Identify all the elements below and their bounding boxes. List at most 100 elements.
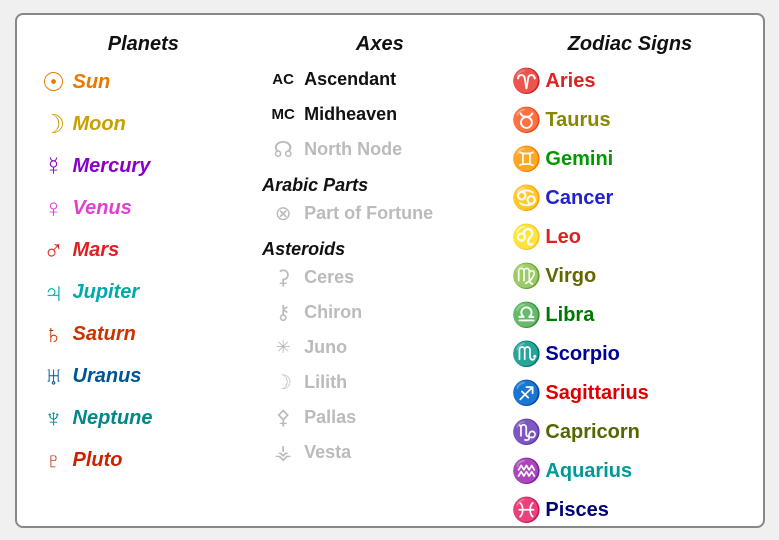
- list-item: ♅ Uranus: [35, 358, 253, 396]
- midheaven-label: Midheaven: [304, 104, 397, 125]
- pisces-label: Pisces: [545, 499, 608, 522]
- zodiac-header: Zodiac Signs: [507, 33, 752, 56]
- ascendant-label: Ascendant: [304, 69, 396, 90]
- venus-symbol: ♀: [35, 193, 73, 224]
- sagittarius-symbol: ♐: [507, 379, 545, 408]
- pisces-symbol: ♓: [507, 496, 545, 525]
- cancer-symbol: ♋: [507, 184, 545, 213]
- list-item: ♈ Aries: [507, 64, 752, 100]
- gemini-label: Gemini: [545, 148, 613, 171]
- cancer-label: Cancer: [545, 187, 613, 210]
- mercury-label: Mercury: [73, 155, 151, 178]
- ceres-label: Ceres: [304, 267, 354, 288]
- saturn-label: Saturn: [73, 323, 136, 346]
- juno-symbol: ✳: [262, 337, 304, 358]
- zodiac-column: Zodiac Signs ♈ Aries ♉ Taurus ♊ Gemini ♋…: [497, 33, 752, 516]
- uranus-label: Uranus: [73, 365, 142, 388]
- list-item: ♆ Neptune: [35, 400, 253, 438]
- jupiter-label: Jupiter: [73, 281, 140, 304]
- planets-column: Planets ☉ Sun ☽ Moon ☿ Mercury ♀ Venus ♂…: [27, 33, 253, 516]
- list-item: ⚳ Ceres: [262, 262, 497, 294]
- aquarius-symbol: ♒: [507, 457, 545, 486]
- lilith-label: Lilith: [304, 372, 347, 393]
- mercury-symbol: ☿: [35, 151, 73, 182]
- list-item: ⊗ Part of Fortune: [262, 198, 497, 230]
- scorpio-symbol: ♏: [507, 340, 545, 369]
- partoffortune-symbol: ⊗: [262, 201, 304, 226]
- list-item: ♊ Gemini: [507, 142, 752, 178]
- list-item: ♎ Libra: [507, 298, 752, 334]
- sun-symbol: ☉: [35, 67, 73, 98]
- list-item: ☽ Moon: [35, 106, 253, 144]
- moon-symbol: ☽: [35, 109, 73, 140]
- sun-label: Sun: [73, 71, 111, 94]
- list-item: ☿ Mercury: [35, 148, 253, 186]
- list-item: MC Midheaven: [262, 99, 497, 131]
- scorpio-label: Scorpio: [545, 343, 619, 366]
- capricorn-label: Capricorn: [545, 421, 639, 444]
- list-item: ♓ Pisces: [507, 493, 752, 529]
- venus-label: Venus: [73, 197, 132, 220]
- chiron-label: Chiron: [304, 302, 362, 323]
- capricorn-symbol: ♑: [507, 418, 545, 447]
- taurus-symbol: ♉: [507, 106, 545, 135]
- list-item: ♌ Leo: [507, 220, 752, 256]
- vesta-symbol: ⚶: [262, 440, 304, 465]
- vesta-label: Vesta: [304, 442, 351, 463]
- ceres-symbol: ⚳: [262, 265, 304, 290]
- northnode-label: North Node: [304, 139, 402, 160]
- list-item: ☽ Lilith: [262, 367, 497, 399]
- list-item: AC Ascendant: [262, 64, 497, 96]
- jupiter-symbol: ♃: [35, 277, 73, 309]
- libra-label: Libra: [545, 304, 594, 327]
- juno-label: Juno: [304, 337, 347, 358]
- mars-symbol: ♂: [35, 235, 73, 267]
- taurus-label: Taurus: [545, 109, 610, 132]
- list-item: ♑ Capricorn: [507, 415, 752, 451]
- list-item: ⚴ Pallas: [262, 402, 497, 434]
- list-item: ⚶ Vesta: [262, 437, 497, 469]
- uranus-symbol: ♅: [35, 361, 73, 392]
- aries-label: Aries: [545, 70, 595, 93]
- aquarius-label: Aquarius: [545, 460, 632, 483]
- neptune-symbol: ♆: [35, 403, 73, 434]
- moon-label: Moon: [73, 113, 126, 136]
- mars-label: Mars: [73, 239, 120, 262]
- gemini-symbol: ♊: [507, 145, 545, 174]
- list-item: ♉ Taurus: [507, 103, 752, 139]
- list-item: ♀ Venus: [35, 190, 253, 228]
- virgo-symbol: ♍: [507, 262, 545, 291]
- axes-header: Axes: [262, 33, 497, 56]
- asteroids-header: Asteroids: [262, 239, 497, 260]
- sagittarius-label: Sagittarius: [545, 382, 648, 405]
- pallas-symbol: ⚴: [262, 405, 304, 430]
- list-item: ♏ Scorpio: [507, 337, 752, 373]
- list-item: ✳ Juno: [262, 332, 497, 364]
- planets-header: Planets: [35, 33, 253, 56]
- list-item: ⚷ Chiron: [262, 297, 497, 329]
- list-item: ♇ Pluto: [35, 442, 253, 480]
- axes-column: Axes AC Ascendant MC Midheaven ☊ North N…: [252, 33, 497, 516]
- pallas-label: Pallas: [304, 407, 356, 428]
- chiron-symbol: ⚷: [262, 300, 304, 325]
- leo-label: Leo: [545, 226, 581, 249]
- midheaven-symbol: MC: [262, 106, 304, 123]
- ascendant-symbol: AC: [262, 71, 304, 88]
- list-item: ♃ Jupiter: [35, 274, 253, 312]
- list-item: ♋ Cancer: [507, 181, 752, 217]
- northnode-symbol: ☊: [262, 137, 304, 163]
- pluto-symbol: ♇: [35, 448, 73, 474]
- main-card: Planets ☉ Sun ☽ Moon ☿ Mercury ♀ Venus ♂…: [15, 13, 765, 528]
- saturn-symbol: ♄: [35, 319, 73, 350]
- aries-symbol: ♈: [507, 67, 545, 96]
- lilith-symbol: ☽: [262, 370, 304, 395]
- list-item: ♍ Virgo: [507, 259, 752, 295]
- list-item: ♂ Mars: [35, 232, 253, 270]
- arabic-parts-header: Arabic Parts: [262, 175, 497, 196]
- pluto-label: Pluto: [73, 449, 123, 472]
- list-item: ♐ Sagittarius: [507, 376, 752, 412]
- list-item: ☉ Sun: [35, 64, 253, 102]
- virgo-label: Virgo: [545, 265, 596, 288]
- neptune-label: Neptune: [73, 407, 153, 430]
- leo-symbol: ♌: [507, 223, 545, 252]
